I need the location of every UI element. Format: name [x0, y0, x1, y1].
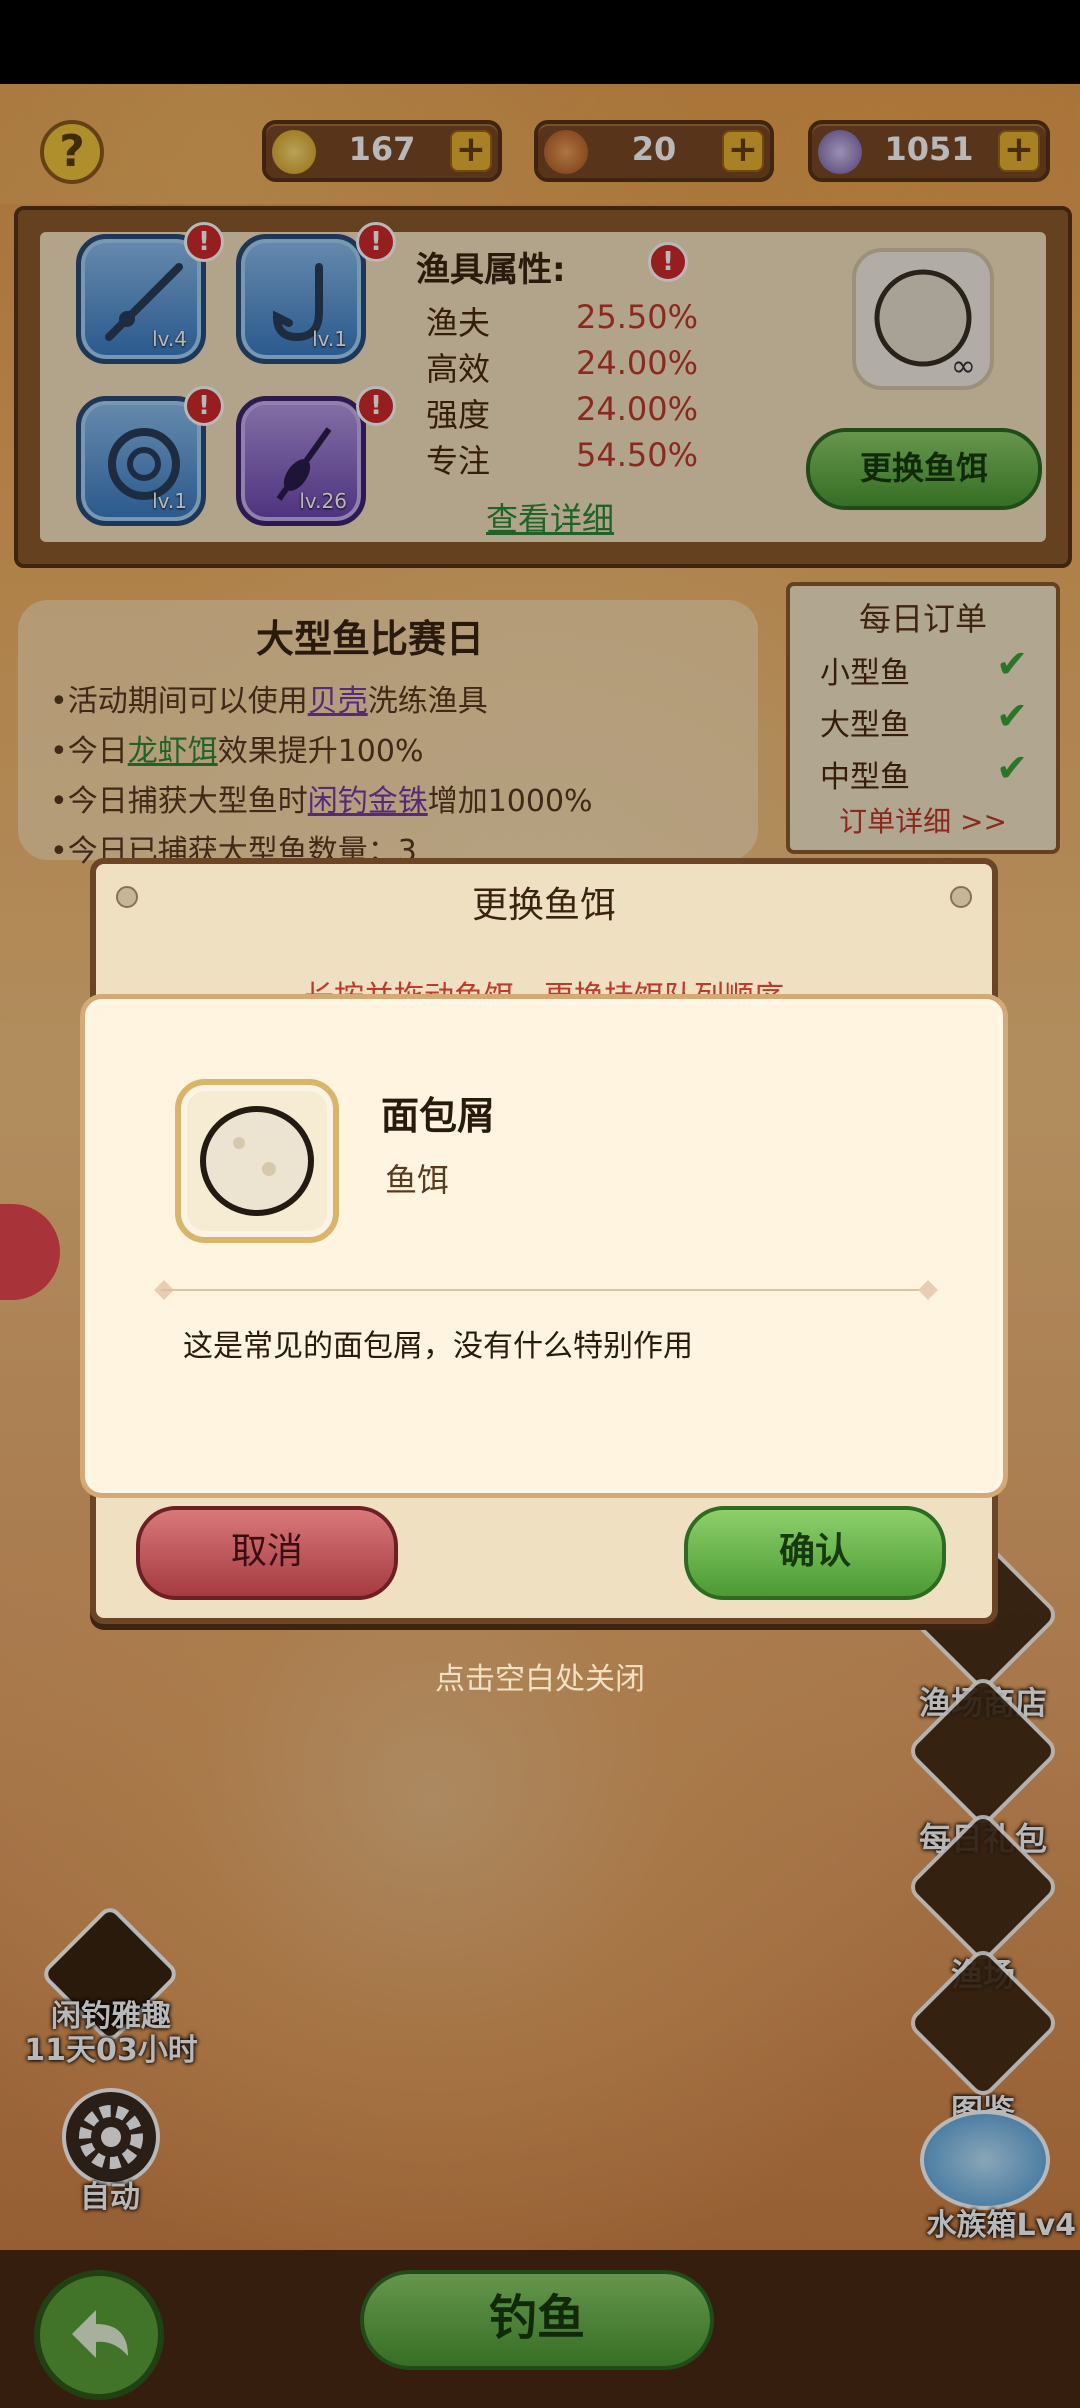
- cancel-button[interactable]: 取消: [136, 1506, 398, 1600]
- bait-type: 鱼饵: [385, 1161, 450, 1199]
- confirm-button[interactable]: 确认: [684, 1506, 946, 1600]
- bait-info-card: 面包屑 鱼饵 这是常见的面包屑，没有什么特别作用: [80, 994, 1008, 1498]
- bait-description: 这是常见的面包屑，没有什么特别作用: [183, 1329, 693, 1364]
- divider: [161, 1289, 931, 1291]
- bait-icon-frame: [175, 1079, 339, 1243]
- status-bar: [0, 0, 1080, 84]
- dialog-title: 更换鱼饵: [471, 885, 616, 926]
- divider-ornament: [918, 1280, 938, 1300]
- bait-name: 面包屑: [381, 1094, 496, 1138]
- bread-crumb-icon: [200, 1106, 314, 1216]
- close-hint: 点击空白处关闭: [435, 1662, 645, 1697]
